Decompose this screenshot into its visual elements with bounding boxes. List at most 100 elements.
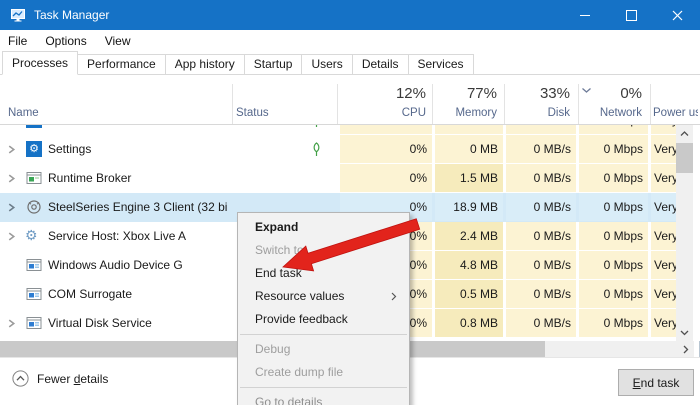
expander-chevron-icon[interactable] [7, 145, 16, 154]
tab-details[interactable]: Details [352, 54, 409, 75]
menu-view[interactable]: View [96, 34, 140, 48]
disk-cell: 0 MB/s [506, 309, 576, 337]
submenu-chevron-icon [391, 292, 397, 301]
menu-options[interactable]: Options [36, 34, 95, 48]
network-cell: 0 Mbps [579, 251, 648, 279]
power-cell: Very lo [651, 164, 676, 192]
cpu-total-percent: 12% [340, 84, 426, 103]
tab-services[interactable]: Services [408, 54, 474, 75]
maximize-button[interactable] [608, 0, 654, 30]
menu-item-end-task[interactable]: End task [238, 262, 409, 285]
menu-item-resource-values[interactable]: Resource values [238, 285, 409, 308]
network-cell: 0 Mbps [579, 222, 648, 250]
process-name: COM Surrogate [48, 280, 132, 309]
titlebar[interactable]: Task Manager [0, 0, 700, 30]
power-cell: Very lo [651, 222, 676, 250]
menu-item-expand[interactable]: Expand [238, 216, 409, 239]
memory-cell: 1.5 MB [435, 164, 503, 192]
menu-item-create-dump-file: Create dump file [238, 361, 409, 384]
power-cell: Very lo [651, 193, 676, 221]
column-divider [504, 84, 505, 124]
scroll-down-icon[interactable] [676, 324, 693, 341]
memory-total-percent: 77% [435, 84, 497, 103]
column-memory[interactable]: Memory [435, 106, 497, 121]
memory-cell: 0 MB [435, 135, 503, 163]
process-name: Service Host: Xbox Live A [48, 222, 186, 251]
memory-cell: 0.8 MB [435, 309, 503, 337]
process-name: Windows Audio Device G [48, 251, 183, 280]
expander-chevron-icon[interactable] [7, 174, 16, 183]
tab-processes[interactable]: Processes [2, 51, 78, 75]
column-disk[interactable]: Disk [506, 106, 570, 121]
network-cell: 0 Mbps [579, 164, 648, 192]
app-window-icon [26, 286, 42, 302]
table-row-runtime-broker[interactable]: Runtime Broker 0% 1.5 MB 0 MB/s 0 Mbps V… [0, 164, 676, 193]
table-row-search[interactable]: Search 0% 0 MB 0 MB/s 0 Mbps Very lo [0, 125, 676, 135]
memory-cell: 0 MB [435, 125, 503, 134]
expander-chevron-icon[interactable] [7, 203, 16, 212]
tab-startup[interactable]: Startup [244, 54, 303, 75]
memory-cell: 2.4 MB [435, 222, 503, 250]
power-cell: Very lo [651, 309, 676, 337]
vertical-scrollbar[interactable] [676, 125, 693, 341]
menubar: File Options View [0, 30, 700, 52]
expander-chevron-icon[interactable] [7, 319, 16, 328]
scroll-right-icon[interactable] [677, 341, 694, 357]
tab-users[interactable]: Users [301, 54, 352, 75]
app-window-icon [26, 257, 42, 273]
end-task-button[interactable]: End task [618, 369, 694, 396]
cpu-cell: 0% [340, 135, 432, 163]
disk-cell: 0 MB/s [506, 164, 576, 192]
process-name: SteelSeries Engine 3 Client (32 bi [48, 193, 227, 222]
window-title: Task Manager [34, 8, 109, 22]
column-divider [337, 84, 338, 124]
menu-file[interactable]: File [0, 34, 36, 48]
tab-app-history[interactable]: App history [165, 54, 245, 75]
minimize-button[interactable] [562, 0, 608, 30]
expander-chevron-icon[interactable] [7, 232, 16, 241]
close-button[interactable] [654, 0, 700, 30]
table-row-settings[interactable]: ⚙ Settings 0% 0 MB 0 MB/s 0 Mbps Very lo [0, 135, 676, 164]
column-network[interactable]: Network [579, 106, 642, 121]
fewer-details-toggle[interactable]: Fewer details [12, 370, 108, 387]
memory-cell: 18.9 MB [435, 193, 503, 221]
disk-cell: 0 MB/s [506, 222, 576, 250]
steelseries-icon [26, 199, 42, 215]
cpu-cell: 0% [340, 125, 432, 134]
column-name[interactable]: Name [8, 106, 68, 121]
process-name: Runtime Broker [48, 164, 131, 193]
column-cpu[interactable]: CPU [340, 106, 426, 121]
disk-cell: 0 MB/s [506, 193, 576, 221]
menu-item-go-to-details[interactable]: Go to details [238, 391, 409, 405]
column-divider [232, 84, 233, 124]
network-total-percent: 0% [579, 84, 642, 103]
menu-item-provide-feedback[interactable]: Provide feedback [238, 308, 409, 331]
column-power-usage[interactable]: Power us [653, 106, 698, 121]
vertical-scroll-thumb[interactable] [676, 143, 693, 173]
network-cell: 0 Mbps [579, 280, 648, 308]
menu-separator [240, 334, 407, 335]
column-divider [432, 84, 433, 124]
app-window-icon [26, 170, 42, 186]
maximize-icon [626, 10, 637, 21]
tab-performance[interactable]: Performance [77, 54, 166, 75]
disk-total-percent: 33% [506, 84, 570, 103]
close-icon [672, 10, 683, 21]
menu-item-debug: Debug [238, 338, 409, 361]
column-status[interactable]: Status [236, 106, 296, 121]
suspended-leaf-icon [311, 142, 322, 157]
network-cell: 0 Mbps [579, 309, 648, 337]
app-window-icon [26, 315, 42, 331]
column-divider [650, 84, 651, 124]
minimize-icon [580, 15, 590, 16]
disk-cell: 0 MB/s [506, 251, 576, 279]
service-gear-icon: ⚙ [25, 226, 38, 244]
fewer-details-label: Fewer details [37, 372, 108, 386]
menu-separator [240, 387, 407, 388]
process-name: Search [48, 125, 86, 135]
menu-item-switch-to: Switch to [238, 239, 409, 262]
power-cell: Very lo [651, 125, 676, 134]
settings-icon: ⚙ [26, 141, 42, 157]
network-cell: 0 Mbps [579, 135, 648, 163]
scroll-up-icon[interactable] [676, 125, 693, 142]
